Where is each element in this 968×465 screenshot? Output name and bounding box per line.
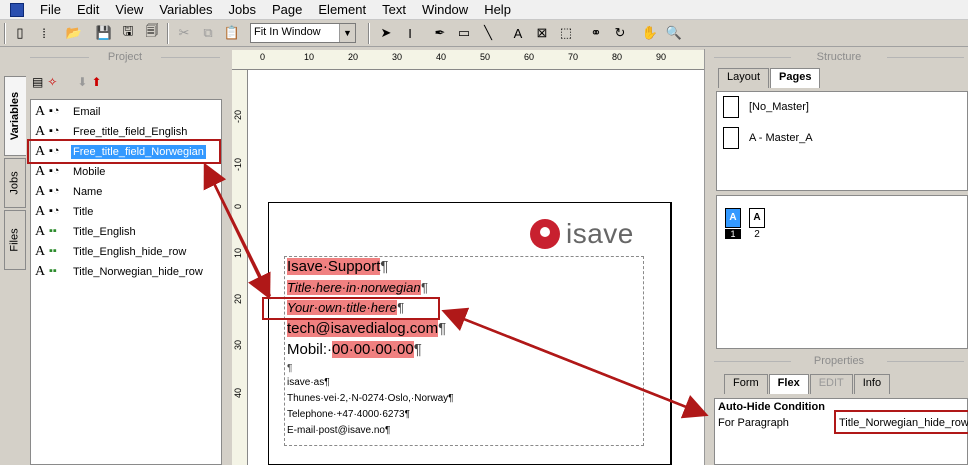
arrow-to-title-line: [204, 166, 271, 300]
annotation-arrows: [203, 162, 709, 419]
arrow-from-condition: [441, 307, 705, 416]
